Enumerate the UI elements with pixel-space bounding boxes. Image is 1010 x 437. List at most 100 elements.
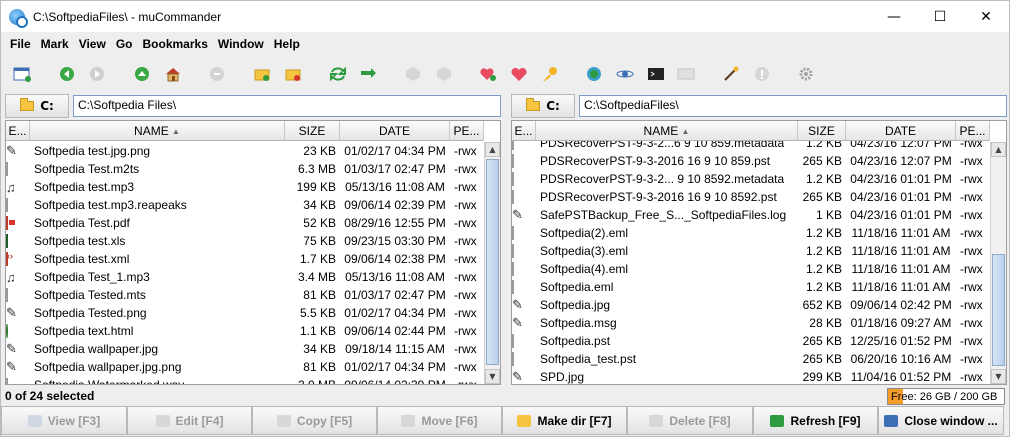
forward-button[interactable] bbox=[86, 63, 108, 85]
refresh-f9-button[interactable]: Refresh [F9] bbox=[753, 406, 878, 435]
stop-button[interactable] bbox=[206, 63, 228, 85]
left-file-panel[interactable]: E... NAME ▲ SIZE DATE PE... ✎ Softpedia t… bbox=[5, 120, 501, 385]
back-button[interactable] bbox=[56, 63, 78, 85]
edit-bookmarks-button[interactable] bbox=[508, 63, 530, 85]
right-scrollbar[interactable]: ▲ ▼ bbox=[990, 142, 1006, 384]
menu-view[interactable]: View bbox=[74, 37, 111, 51]
menu-bookmarks[interactable]: Bookmarks bbox=[138, 37, 213, 51]
table-row[interactable]: Softpedia(4).eml 1.2 KB 11/18/16 11:01 AM -… bbox=[512, 260, 990, 278]
column-name[interactable]: NAME ▲ bbox=[536, 121, 798, 141]
table-row[interactable]: Softpedia(2).eml 1.2 KB 11/18/16 11:01 AM -… bbox=[512, 224, 990, 242]
table-row[interactable]: PDSRecoverPST-9-3-2016 16 9 10 859.pst 26… bbox=[512, 152, 990, 170]
new-window-button[interactable] bbox=[11, 63, 33, 85]
menu-window[interactable]: Window bbox=[213, 37, 269, 51]
free-space-indicator[interactable]: Free: 26 GB / 200 GB bbox=[887, 388, 1005, 405]
table-row[interactable]: ✎ Softpedia.jpg 652 KB 09/06/14 02:42 PM -rw… bbox=[512, 296, 990, 314]
column-date[interactable]: DATE bbox=[340, 121, 450, 141]
left-scrollbar[interactable]: ▲ ▼ bbox=[484, 142, 500, 384]
scroll-up-icon[interactable]: ▲ bbox=[485, 142, 500, 157]
table-row[interactable]: ✎ SafePSTBackup_Free_S..._SoftpediaFiles.… bbox=[512, 206, 990, 224]
table-row[interactable]: Softpedia test.mp3.reapeaks 34 KB 09/06/14… bbox=[6, 196, 484, 214]
edit-f4-button[interactable]: Edit [F4] bbox=[127, 406, 252, 435]
title-bar: C:\SoftpediaFiles\ - muCommander — ☐ ✕ bbox=[1, 1, 1009, 32]
view-f3-button[interactable]: View [F3] bbox=[1, 406, 127, 435]
column-size[interactable]: SIZE bbox=[285, 121, 340, 141]
table-row[interactable]: ✎ Softpedia wallpaper.jpg 34 KB 09/18/14 11… bbox=[6, 340, 484, 358]
table-row[interactable]: Softpedia.eml 1.2 KB 11/18/16 11:01 AM -rwx bbox=[512, 278, 990, 296]
column-extension[interactable]: E... bbox=[512, 121, 536, 141]
table-row[interactable]: ✎ Softpedia wallpaper.jpg.png 81 KB 01/02/1… bbox=[6, 358, 484, 376]
close-button[interactable]: ✕ bbox=[963, 1, 1009, 32]
make-dir-f7-button[interactable]: Make dir [F7] bbox=[502, 406, 627, 435]
table-row[interactable]: Softpedia Test.m2ts 6.3 MB 01/03/17 02:47 … bbox=[6, 160, 484, 178]
table-row[interactable]: Softpedia(3).eml 1.2 KB 11/18/16 11:01 AM -… bbox=[512, 242, 990, 260]
copy-f5-button[interactable]: Copy [F5] bbox=[252, 406, 377, 435]
swap-panels-button[interactable] bbox=[327, 63, 349, 85]
table-row[interactable]: Softpedia Watermarked.wav 2.0 MB 09/06/14 … bbox=[6, 376, 484, 385]
table-row[interactable]: Softpedia text.html 1.1 KB 09/06/14 02:44 … bbox=[6, 322, 484, 340]
scroll-down-icon[interactable]: ▼ bbox=[485, 369, 500, 384]
file-date: 04/23/16 01:01 PM bbox=[850, 172, 952, 186]
move-f6-button[interactable]: Move [F6] bbox=[377, 406, 502, 435]
right-path-field[interactable]: C:\SoftpediaFiles\ bbox=[579, 95, 1007, 117]
table-row[interactable]: Softpedia_test.pst 265 KB 06/20/16 10:16 A… bbox=[512, 350, 990, 368]
menu-help[interactable]: Help bbox=[269, 37, 305, 51]
selection-count: 0 of 24 selected bbox=[5, 389, 95, 403]
table-row[interactable]: ♫ Softpedia test.mp3 199 KB 05/13/16 11:08 … bbox=[6, 178, 484, 196]
column-name-label: NAME bbox=[643, 124, 679, 138]
table-row[interactable]: Softpedia.pst 265 KB 12/25/16 01:52 PM -rwx bbox=[512, 332, 990, 350]
menu-file[interactable]: File bbox=[5, 37, 36, 51]
home-button[interactable] bbox=[162, 63, 184, 85]
revert-button[interactable] bbox=[720, 63, 742, 85]
table-row[interactable]: PDSRecoverPST-9-3-2... 9 10 8592.metadat… bbox=[512, 170, 990, 188]
column-permissions[interactable]: PE... bbox=[956, 121, 990, 141]
table-row[interactable]: ♫ Softpedia Test_1.mp3 3.4 MB 05/13/16 11:0… bbox=[6, 268, 484, 286]
mark-files-button[interactable] bbox=[251, 63, 273, 85]
column-name[interactable]: NAME ▲ bbox=[30, 121, 285, 141]
column-extension[interactable]: E... bbox=[6, 121, 30, 141]
unmark-files-button[interactable] bbox=[282, 63, 304, 85]
table-row[interactable]: ✎ SPD.jpg 299 KB 11/04/16 01:52 PM -rwx bbox=[512, 368, 990, 384]
table-row[interactable]: Softpedia test.xml 1.7 KB 09/06/14 02:38 P… bbox=[6, 250, 484, 268]
unpack-button[interactable] bbox=[433, 63, 455, 85]
file-icon bbox=[512, 154, 514, 168]
minimize-button[interactable]: — bbox=[871, 1, 917, 32]
add-bookmark-button[interactable] bbox=[477, 63, 499, 85]
properties-button[interactable] bbox=[751, 63, 773, 85]
left-drive-button[interactable]: C: bbox=[5, 94, 69, 118]
connect-server-button[interactable] bbox=[583, 63, 605, 85]
table-row[interactable]: PDSRecoverPST-9-3-2016 16 9 10 8592.pst 2… bbox=[512, 188, 990, 206]
right-file-panel[interactable]: E... NAME ▲ SIZE DATE PE... PDSRecoverPS… bbox=[511, 120, 1007, 385]
left-path-field[interactable]: C:\Softpedia Files\ bbox=[73, 95, 501, 117]
table-row[interactable]: ✎ Softpedia test.jpg.png 23 KB 01/02/17 04:… bbox=[6, 142, 484, 160]
email-button[interactable] bbox=[675, 63, 697, 85]
table-row[interactable]: Softpedia Test.pdf 52 KB 08/29/16 12:55 PM… bbox=[6, 214, 484, 232]
file-date: 09/06/14 02:39 PM bbox=[344, 378, 446, 385]
credentials-button[interactable] bbox=[539, 63, 561, 85]
parent-folder-button[interactable] bbox=[131, 63, 153, 85]
preferences-button[interactable] bbox=[795, 63, 817, 85]
scroll-down-icon[interactable]: ▼ bbox=[991, 369, 1006, 384]
table-row[interactable]: ✎ Softpedia.msg 28 KB 01/18/16 09:27 AM -rwx bbox=[512, 314, 990, 332]
file-date: 11/18/16 11:01 AM bbox=[851, 280, 951, 294]
run-command-button[interactable] bbox=[614, 63, 636, 85]
delete-f8-button[interactable]: Delete [F8] bbox=[627, 406, 753, 435]
column-size[interactable]: SIZE bbox=[798, 121, 846, 141]
terminal-button[interactable] bbox=[645, 63, 667, 85]
left-scroll-thumb[interactable] bbox=[486, 159, 499, 365]
set-same-folder-button[interactable] bbox=[357, 63, 379, 85]
right-scroll-thumb[interactable] bbox=[992, 254, 1005, 366]
table-row[interactable]: ✎ Softpedia Tested.png 5.5 KB 01/02/17 04:3… bbox=[6, 304, 484, 322]
right-drive-button[interactable]: C: bbox=[511, 94, 575, 118]
table-row[interactable]: Softpedia test.xls 75 KB 09/23/15 03:30 PM… bbox=[6, 232, 484, 250]
table-row[interactable]: Softpedia Tested.mts 81 KB 01/03/17 02:47 … bbox=[6, 286, 484, 304]
menu-mark[interactable]: Mark bbox=[36, 37, 74, 51]
pack-button[interactable] bbox=[402, 63, 424, 85]
scroll-up-icon[interactable]: ▲ bbox=[991, 142, 1006, 157]
column-permissions[interactable]: PE... bbox=[450, 121, 484, 141]
maximize-button[interactable]: ☐ bbox=[917, 1, 963, 32]
file-date: 01/02/17 04:34 PM bbox=[344, 144, 446, 158]
menu-go[interactable]: Go bbox=[111, 37, 138, 51]
close-window-button[interactable]: Close window ... bbox=[878, 406, 1004, 435]
column-date[interactable]: DATE bbox=[846, 121, 956, 141]
